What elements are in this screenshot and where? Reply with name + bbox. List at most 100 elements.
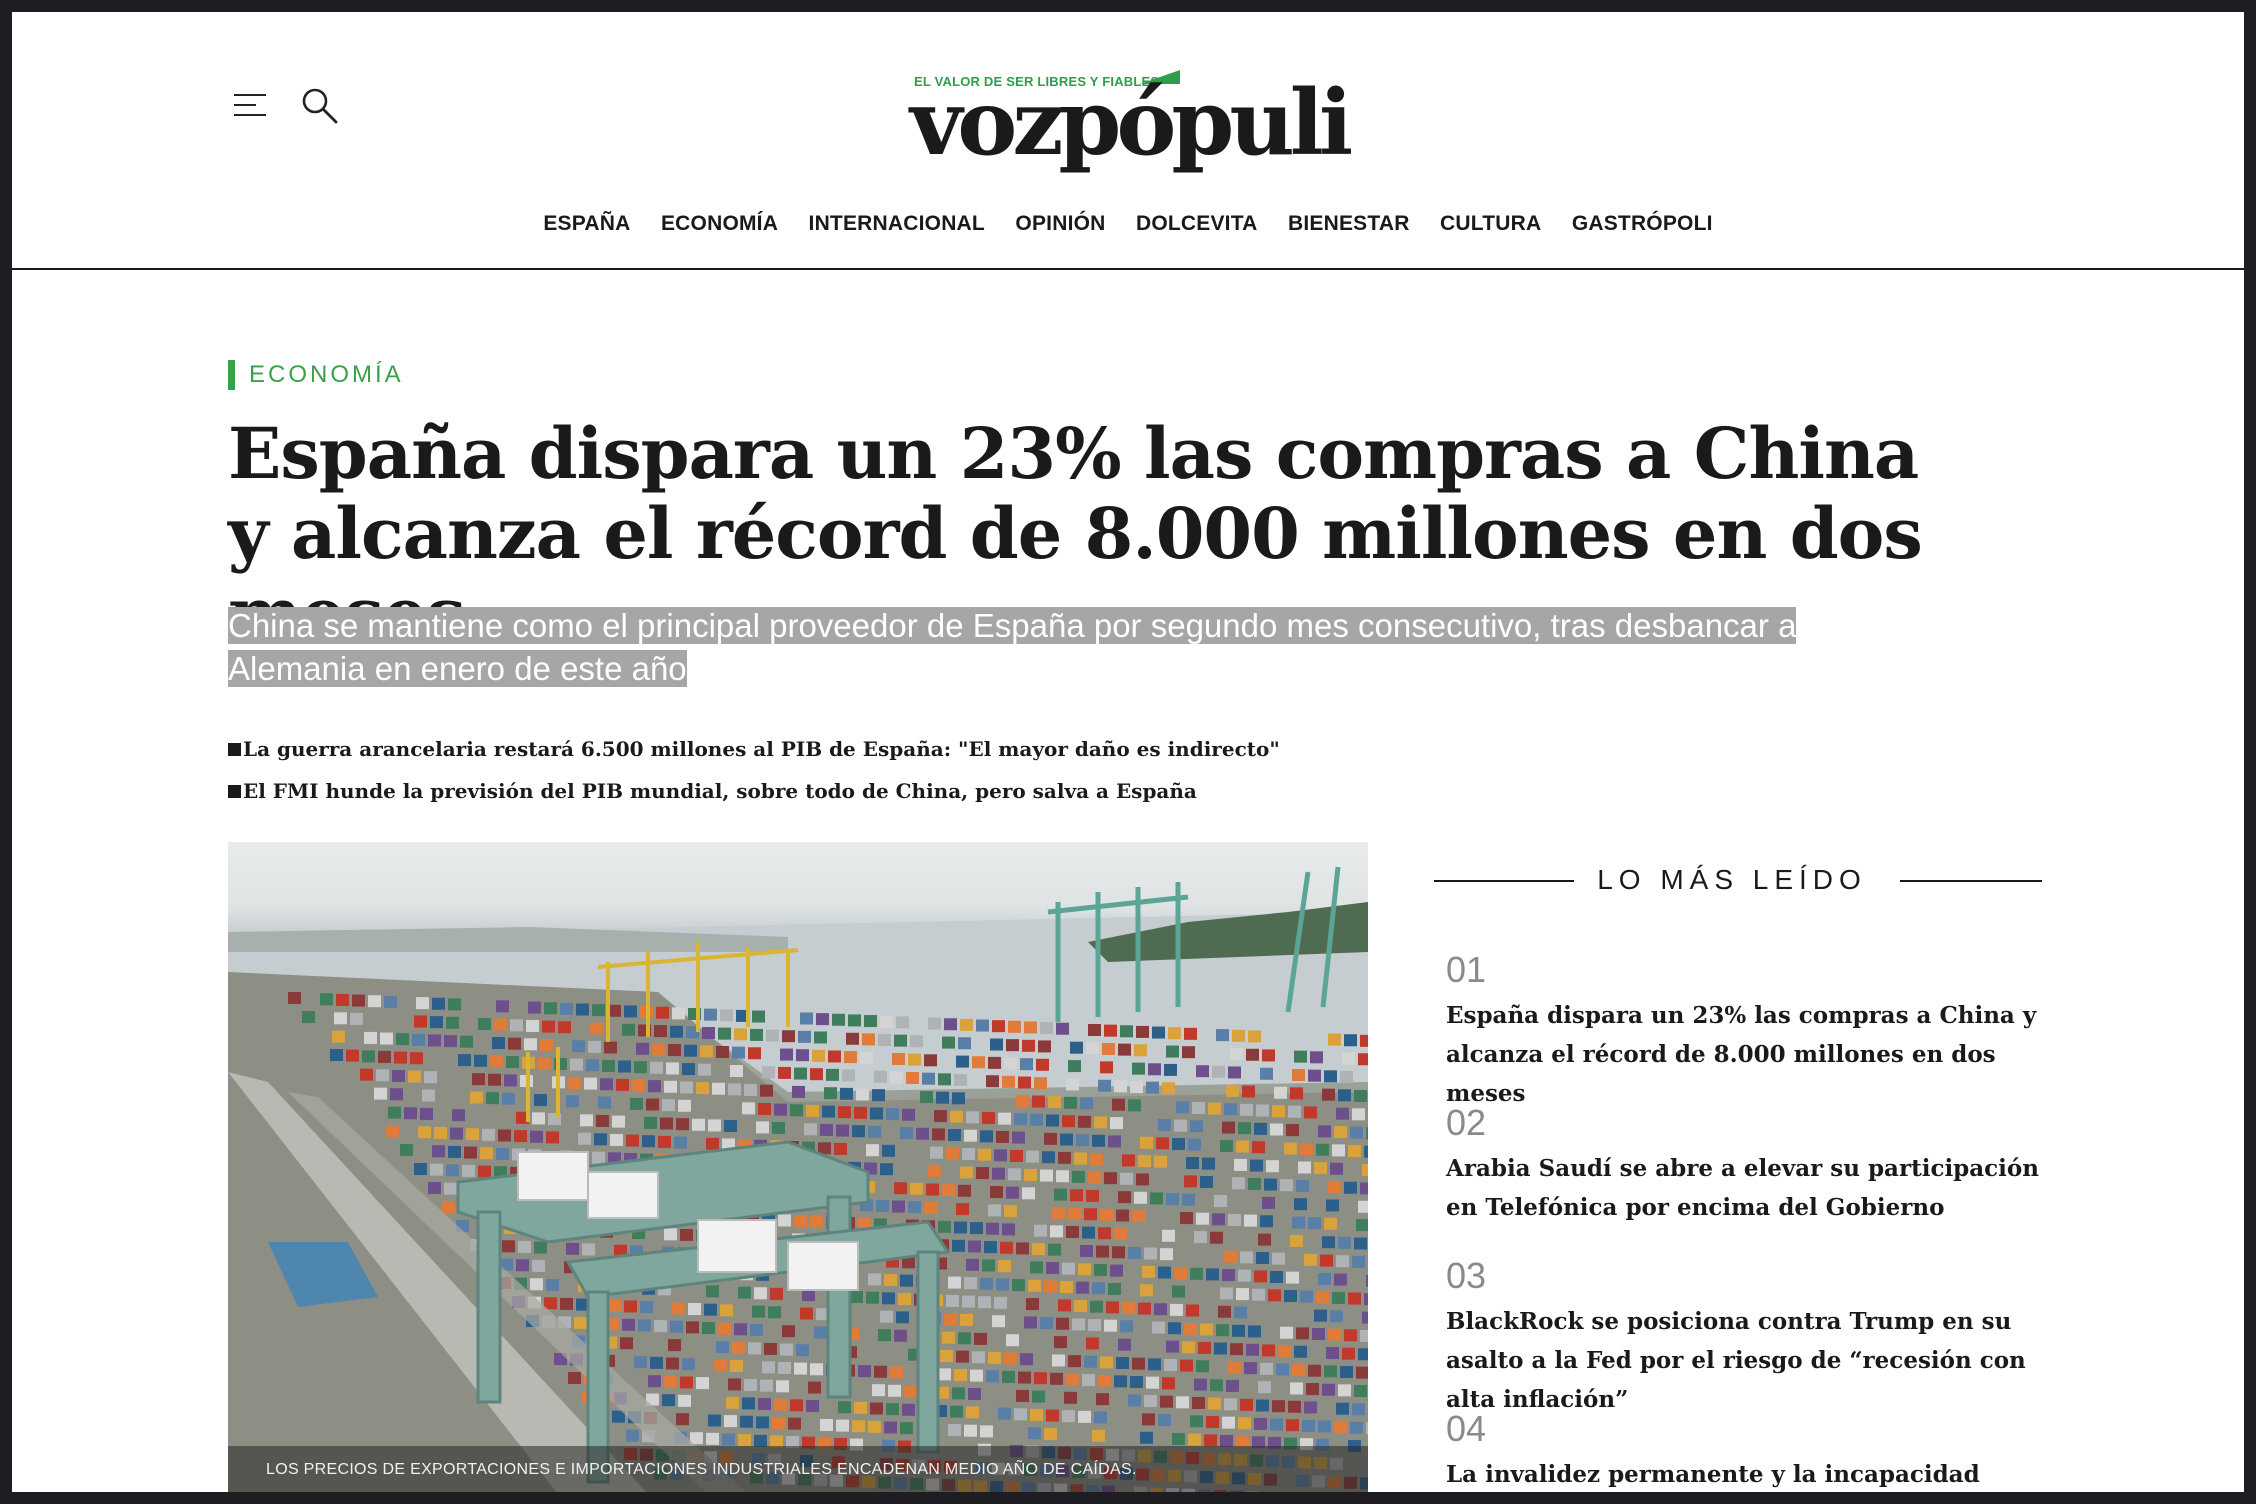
container-block — [446, 1164, 459, 1177]
container-block — [900, 1422, 913, 1435]
container-block — [938, 1220, 951, 1233]
container-block — [882, 1292, 895, 1305]
nav-item-internacional[interactable]: INTERNACIONAL — [809, 212, 985, 236]
container-block — [948, 1276, 961, 1289]
search-icon[interactable] — [300, 86, 340, 126]
container-block — [1100, 1356, 1113, 1369]
container-block — [1342, 1347, 1355, 1360]
nav-item-cultura[interactable]: CULTURA — [1440, 212, 1541, 236]
container-block — [1058, 1299, 1071, 1312]
container-block — [810, 1363, 823, 1376]
container-block — [1034, 1077, 1047, 1090]
nav-item-economia[interactable]: ECONOMÍA — [661, 212, 778, 236]
container-block — [596, 1114, 609, 1127]
container-block — [866, 1144, 879, 1157]
container-block — [796, 1344, 809, 1357]
section-label[interactable]: ECONOMÍA — [228, 360, 404, 390]
container-block — [430, 1163, 443, 1176]
container-block — [1334, 1273, 1347, 1286]
container-block — [1136, 1173, 1149, 1186]
container-block — [820, 1418, 833, 1431]
container-block — [996, 1130, 1009, 1143]
container-block — [480, 1147, 493, 1160]
container-block — [1338, 1384, 1351, 1397]
container-block — [1348, 1292, 1361, 1305]
container-block — [1156, 1137, 1169, 1150]
container-block — [1292, 1364, 1305, 1377]
container-block — [698, 1063, 711, 1076]
container-block — [560, 1002, 573, 1015]
container-block — [988, 1204, 1001, 1217]
nav-item-bienestar[interactable]: BIENESTAR — [1288, 212, 1410, 236]
container-block — [1344, 1329, 1357, 1342]
container-block — [1158, 1119, 1171, 1131]
container-block — [1322, 1236, 1335, 1249]
container-block — [624, 1005, 637, 1018]
container-block — [1246, 1343, 1259, 1356]
related-link[interactable]: La guerra arancelaria restará 6.500 mill… — [228, 728, 1728, 770]
container-block — [926, 1183, 939, 1196]
container-block — [1202, 1157, 1215, 1170]
container-block — [414, 1163, 427, 1175]
container-block — [724, 1415, 737, 1428]
container-block — [742, 1102, 755, 1115]
list-item[interactable]: 03 BlackRock se posiciona contra Trump e… — [1446, 1256, 2046, 1414]
container-block — [894, 1182, 907, 1195]
container-block — [1284, 1142, 1297, 1155]
nav-item-gastropoli[interactable]: GASTRÓPOLI — [1572, 212, 1713, 236]
list-item[interactable]: 04 La invalidez permanente y la incapaci… — [1446, 1409, 2046, 1492]
container-block — [906, 1072, 919, 1085]
container-block — [1006, 1039, 1019, 1052]
container-block — [1260, 1362, 1273, 1375]
related-link-text: La guerra arancelaria restará 6.500 mill… — [243, 737, 1280, 761]
container-block — [1240, 1103, 1253, 1116]
container-block — [1170, 1303, 1183, 1316]
container-block — [1120, 1320, 1133, 1333]
site-logo[interactable]: EL VALOR DE SER LIBRES Y FIABLES vozpópu… — [902, 56, 1372, 168]
container-block — [474, 1054, 487, 1067]
container-block — [1250, 1159, 1263, 1172]
container-block — [676, 1413, 689, 1426]
container-block — [1208, 1397, 1221, 1410]
list-item[interactable]: 01 España dispara un 23% las compras a C… — [1446, 950, 2046, 1108]
container-block — [1014, 1113, 1027, 1126]
container-block — [1230, 1343, 1243, 1356]
container-block — [738, 1434, 751, 1447]
container-block — [1072, 1170, 1085, 1183]
container-block — [1080, 1244, 1093, 1257]
container-block — [814, 1326, 827, 1339]
rank-headline: España dispara un 23% las compras a Chin… — [1446, 1002, 2037, 1107]
container-block — [452, 1109, 465, 1122]
container-block — [1194, 1231, 1207, 1244]
menu-icon[interactable] — [234, 90, 274, 126]
container-block — [1318, 1420, 1331, 1433]
nav-item-espana[interactable]: ESPAÑA — [543, 212, 630, 236]
container-block — [972, 1351, 985, 1364]
nav-item-dolcevita[interactable]: DOLCEVITA — [1136, 212, 1258, 236]
container-block — [1254, 1417, 1267, 1430]
container-block — [1186, 1157, 1199, 1169]
container-block — [1030, 1113, 1043, 1126]
container-block — [1330, 1310, 1343, 1323]
container-block — [400, 1144, 413, 1156]
container-block — [994, 1149, 1007, 1162]
container-block — [478, 1018, 491, 1031]
container-block — [714, 1359, 727, 1372]
container-block — [530, 1278, 543, 1291]
container-block — [602, 1059, 615, 1072]
nav-item-opinion[interactable]: OPINIÓN — [1015, 212, 1105, 236]
container-block — [908, 1201, 921, 1214]
container-block — [458, 1054, 471, 1067]
container-block — [1216, 1029, 1229, 1042]
container-block — [396, 1033, 409, 1046]
container-block — [678, 1394, 691, 1407]
container-block — [1328, 1033, 1341, 1046]
container-block — [1228, 1066, 1241, 1079]
container-block — [1288, 1105, 1301, 1118]
list-item[interactable]: 02 Arabia Saudí se abre a elevar su part… — [1446, 1103, 2046, 1256]
container-block — [874, 1365, 887, 1378]
container-block — [892, 1200, 905, 1213]
container-block — [688, 1303, 701, 1316]
related-link[interactable]: El FMI hunde la previsión del PIB mundia… — [228, 770, 1728, 812]
container-block — [1350, 1126, 1363, 1139]
